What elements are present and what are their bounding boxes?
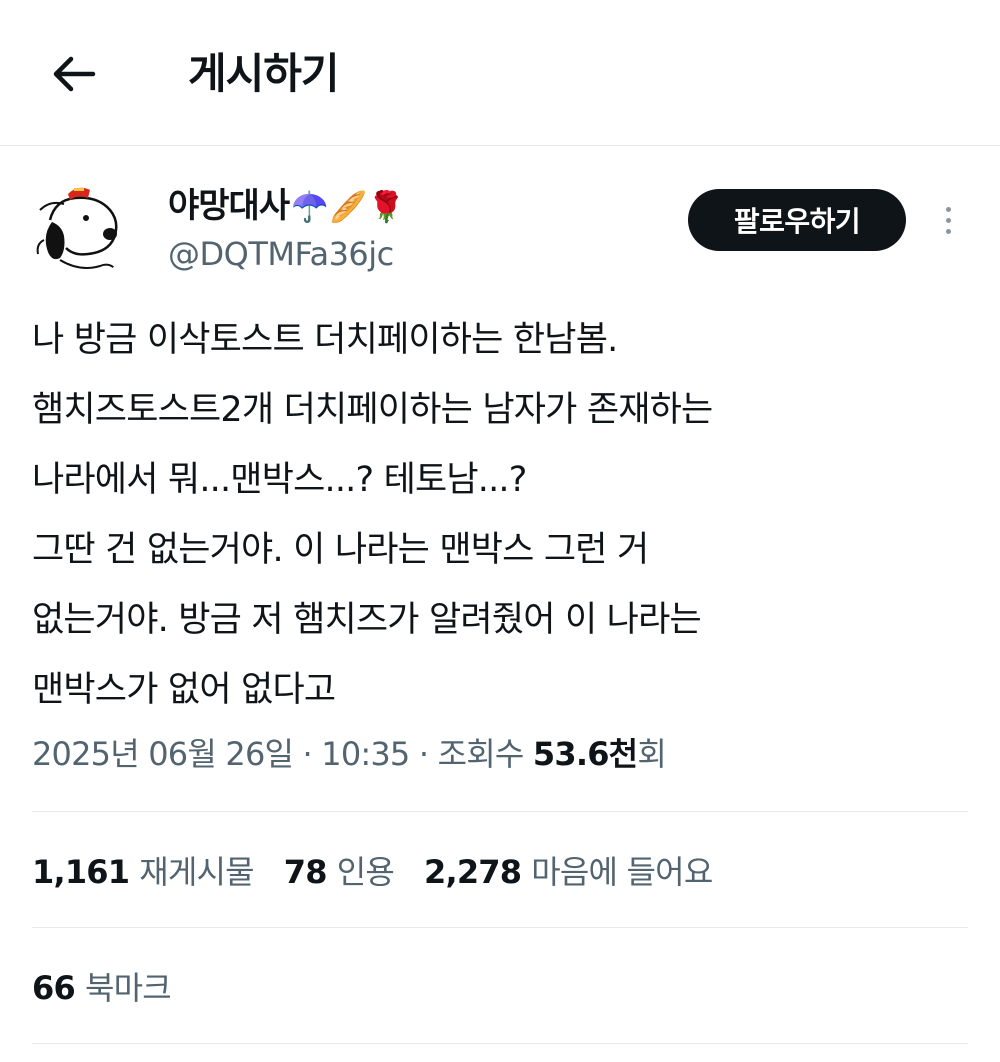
arrow-left-icon: [53, 56, 96, 92]
reposts-label: 재게시물: [139, 853, 254, 891]
reposts-count: 1,161: [32, 853, 130, 891]
author-handle[interactable]: @DQTMFa36jc: [168, 232, 394, 276]
tweet-line: 맨박스가 없어 없다고: [32, 670, 336, 710]
bread-emoji: 🥖: [329, 190, 366, 225]
engagement-stats: 1,161 재게시물 78 인용 2,278 마음에 들어요: [32, 848, 742, 896]
tweet-time[interactable]: 10:35: [321, 735, 410, 773]
author-display-name[interactable]: 야망대사☂️🥖🌹: [168, 184, 405, 230]
bookmarks-label: 북마크: [84, 969, 172, 1007]
author-name-text: 야망대사: [168, 186, 290, 226]
avatar[interactable]: [30, 180, 130, 280]
umbrella-emoji: ☂️: [291, 190, 328, 225]
tweet-line: 햄치즈토스트2개 더치페이하는 남자가 존재하는: [32, 390, 713, 430]
quotes-label: 인용: [336, 853, 395, 891]
more-vertical-icon-dot: [945, 206, 951, 212]
tweet-line: 나 방금 이삭토스트 더치페이하는 한남봄.: [32, 320, 618, 360]
tweet-text: 나 방금 이삭토스트 더치페이하는 한남봄. 햄치즈토스트2개 더치페이하는 남…: [32, 305, 982, 725]
tweet-date[interactable]: 2025년 06월 26일: [32, 735, 294, 773]
more-vertical-icon-dot: [945, 217, 951, 223]
views-count: 53.6천: [532, 735, 638, 773]
divider: [32, 811, 968, 812]
tweet-meta: 2025년 06월 26일 · 10:35 · 조회수 53.6천회: [32, 730, 667, 778]
bookmark-stats: 66 북마크: [32, 964, 201, 1012]
more-options-button[interactable]: [928, 200, 968, 240]
quotes-stat[interactable]: 78 인용: [283, 848, 395, 896]
likes-stat[interactable]: 2,278 마음에 들어요: [424, 848, 713, 896]
back-button[interactable]: [40, 40, 108, 108]
snoopy-avatar-image: [36, 187, 118, 271]
top-bar: 게시하기: [0, 0, 1000, 146]
views-label: 조회수: [437, 735, 525, 773]
likes-count: 2,278: [424, 853, 522, 891]
tweet-line: 나라에서 뭐...맨박스...? 테토남...?: [32, 460, 527, 500]
reposts-stat[interactable]: 1,161 재게시물: [32, 848, 255, 896]
page-title: 게시하기: [188, 49, 340, 98]
meta-separator: ·: [293, 735, 322, 773]
tweet-line: 그딴 건 없는거야. 이 나라는 맨박스 그런 거: [32, 530, 649, 570]
divider: [32, 927, 968, 928]
meta-separator: ·: [409, 735, 438, 773]
views-suffix: 회: [637, 735, 666, 773]
follow-button[interactable]: 팔로우하기: [688, 189, 906, 251]
tweet-line: 없는거야. 방금 저 햄치즈가 알려줬어 이 나라는: [32, 600, 702, 640]
quotes-count: 78: [283, 853, 328, 891]
bookmarks-stat[interactable]: 66 북마크: [32, 964, 172, 1012]
more-vertical-icon-dot: [945, 228, 951, 234]
likes-label: 마음에 들어요: [531, 853, 713, 891]
bookmarks-count: 66: [32, 969, 76, 1007]
rose-emoji: 🌹: [367, 190, 405, 225]
divider: [32, 1043, 968, 1044]
